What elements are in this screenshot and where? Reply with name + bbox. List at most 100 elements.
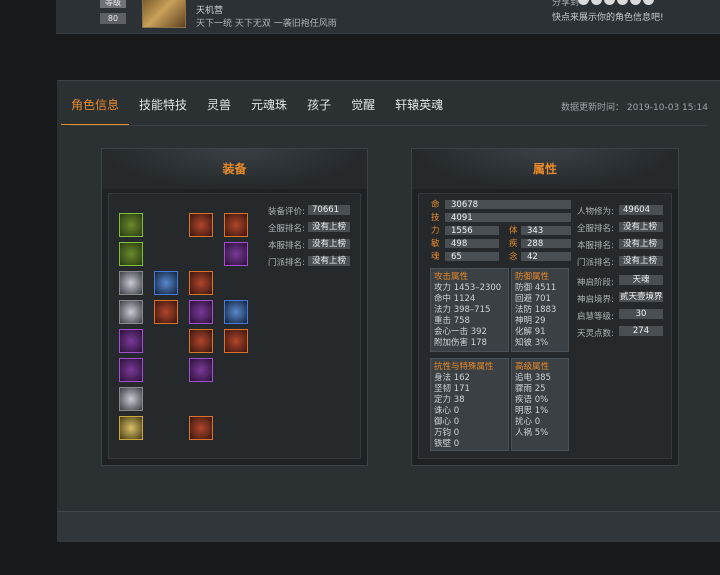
sect-avatar [142, 0, 186, 28]
update-time: 数据更新时间： 2019-10-03 15:14 [561, 103, 708, 113]
stat-fre-value: 288 [521, 239, 571, 249]
equip-slot-10[interactable] [154, 300, 178, 324]
equip-slot-18[interactable] [224, 242, 248, 266]
equipment-title: 装备 [222, 162, 247, 176]
equipment-grid: 装备评价: 70661 全服排名: 没有上榜 本服排名: 没有上榜 门派排名: … [108, 193, 361, 459]
equip-slot-16[interactable] [189, 416, 213, 440]
equip-slot-7[interactable] [119, 387, 143, 411]
equip-local-rank-label: 本服排名: [268, 241, 305, 251]
wisdom-value: 30 [619, 309, 663, 319]
sect-motto: 天下一统 天下无双 一袭旧袍任风雨 [196, 19, 337, 29]
stat-life-label: 命 [431, 200, 440, 210]
stat-skill: 技 4091 [431, 213, 571, 223]
profile-header: 等级 80 天机营 天下一统 天下无双 一袭旧袍任风雨 分享到 快点来展示你的角… [56, 0, 720, 34]
tab-skills[interactable]: 技能特技 [139, 97, 187, 125]
cultivation-label: 人物修为: [577, 207, 614, 217]
tab-character-info[interactable]: 角色信息 [60, 97, 130, 125]
stat-con-label: 体 [509, 226, 518, 236]
resist-line: 铁壁 0 [434, 439, 460, 449]
equip-slot-13[interactable] [189, 300, 213, 324]
equip-local-rank-value: 没有上榜 [308, 239, 350, 249]
stat-str-value: 1556 [445, 226, 499, 236]
stat-mind: 念 42 [509, 252, 571, 262]
share-hint: 快点来展示你的角色信息吧! [552, 13, 664, 23]
tab-children[interactable]: 孩子 [307, 97, 331, 125]
tab-pets[interactable]: 灵兽 [207, 97, 231, 125]
level-value: 80 [100, 13, 126, 24]
equip-sect-rank-value: 没有上榜 [308, 256, 350, 266]
attributes-card: 属性 命 30678 技 4091 力 1556 体 343 敏 498 疾 2… [411, 148, 679, 466]
equip-server-rank-label: 全服排名: [268, 224, 305, 234]
attr-sect-rank-label: 门派排名: [577, 258, 614, 268]
spirit-points-value: 274 [619, 326, 663, 336]
panel-footer [57, 511, 720, 542]
equip-slot-3[interactable] [119, 271, 143, 295]
stat-life: 命 30678 [431, 200, 571, 210]
resist-attributes-group: 抗性与特殊属性 身法 162 坚韧 171 定力 38 诛心 0 御心 0 万钧… [430, 358, 509, 451]
share-qq-icon[interactable] [591, 0, 602, 5]
defense-line: 知彼 3% [515, 338, 549, 348]
share-tieba-icon[interactable] [630, 0, 641, 5]
stat-agi: 敏 498 [431, 239, 501, 249]
divine-stage-value: 天魂 [619, 275, 663, 285]
tab-soul-orbs[interactable]: 元魂珠 [251, 97, 287, 125]
stat-str-label: 力 [431, 226, 440, 236]
share-wechat-icon[interactable] [617, 0, 628, 5]
stat-mind-label: 念 [509, 252, 518, 262]
share-qzone-icon[interactable] [604, 0, 615, 5]
equip-slot-9[interactable] [154, 271, 178, 295]
tab-awakening[interactable]: 觉醒 [351, 97, 375, 125]
character-panel: 角色信息 技能特技 灵兽 元魂珠 孩子 觉醒 轩辕英魂 数据更新时间： 2019… [57, 80, 720, 542]
share-weibo-icon[interactable] [578, 0, 589, 5]
equip-slot-19[interactable] [224, 300, 248, 324]
equip-slot-14[interactable] [189, 329, 213, 353]
equip-server-rank-value: 没有上榜 [308, 222, 350, 232]
equip-slot-17[interactable] [224, 213, 248, 237]
attributes-body: 命 30678 技 4091 力 1556 体 343 敏 498 疾 288 [418, 193, 672, 459]
equip-slot-20[interactable] [224, 329, 248, 353]
attr-server-rank-label: 全服排名: [577, 224, 614, 234]
stat-soul: 魂 65 [431, 252, 501, 262]
equip-sect-rank-label: 门派排名: [268, 258, 305, 268]
share-more-icon[interactable] [643, 0, 654, 5]
equip-slot-6[interactable] [119, 358, 143, 382]
stat-soul-label: 魂 [431, 252, 440, 262]
attr-local-rank-label: 本服排名: [577, 241, 614, 251]
attack-attributes-group: 攻击属性 攻力 1453–2300 命中 1124 法力 398–715 重击 … [430, 268, 509, 352]
equip-slot-5[interactable] [119, 329, 143, 353]
wisdom-label: 启慧等级: [577, 312, 614, 322]
stat-mind-value: 42 [521, 252, 571, 262]
spirit-points-label: 天灵点数: [577, 329, 614, 339]
stat-soul-value: 65 [445, 252, 499, 262]
equip-slot-11[interactable] [189, 213, 213, 237]
tab-heroes[interactable]: 轩辕英魂 [395, 97, 443, 125]
advanced-attributes-group: 高级属性 追电 385 骤雨 25 疾语 0% 明思 1% 扰心 0 人祸 5% [511, 358, 569, 451]
share-label: 分享到 [552, 0, 580, 8]
equip-slot-1[interactable] [119, 213, 143, 237]
stat-skill-label: 技 [431, 213, 440, 223]
stat-con-value: 343 [521, 226, 571, 236]
share-icons [578, 0, 654, 5]
equip-score-label: 装备评价: [268, 207, 305, 217]
sect-name: 天机营 [196, 6, 224, 16]
attr-server-rank-value: 没有上榜 [619, 222, 663, 232]
level-label: 等级 [100, 0, 126, 8]
equip-slot-15[interactable] [189, 358, 213, 382]
advanced-line: 人祸 5% [515, 428, 549, 438]
stat-str: 力 1556 [431, 226, 501, 236]
defense-attributes-group: 防御属性 防御 4511 回避 701 法防 1883 神明 29 化解 91 … [511, 268, 569, 352]
equip-slot-4[interactable] [119, 300, 143, 324]
stat-con: 体 343 [509, 226, 571, 236]
stat-fre-label: 疾 [509, 239, 518, 249]
stat-agi-label: 敏 [431, 239, 440, 249]
stat-skill-value: 4091 [445, 213, 571, 223]
divine-realm-label: 神启境界: [577, 295, 614, 305]
equip-slot-2[interactable] [119, 242, 143, 266]
tab-bar: 角色信息 技能特技 灵兽 元魂珠 孩子 觉醒 轩辕英魂 [60, 97, 463, 125]
equip-slot-8[interactable] [119, 416, 143, 440]
cultivation-value: 49604 [619, 205, 663, 215]
divine-stage-label: 神启阶段: [577, 278, 614, 288]
tab-divider [71, 125, 707, 126]
equip-slot-12[interactable] [189, 271, 213, 295]
stat-agi-value: 498 [445, 239, 499, 249]
